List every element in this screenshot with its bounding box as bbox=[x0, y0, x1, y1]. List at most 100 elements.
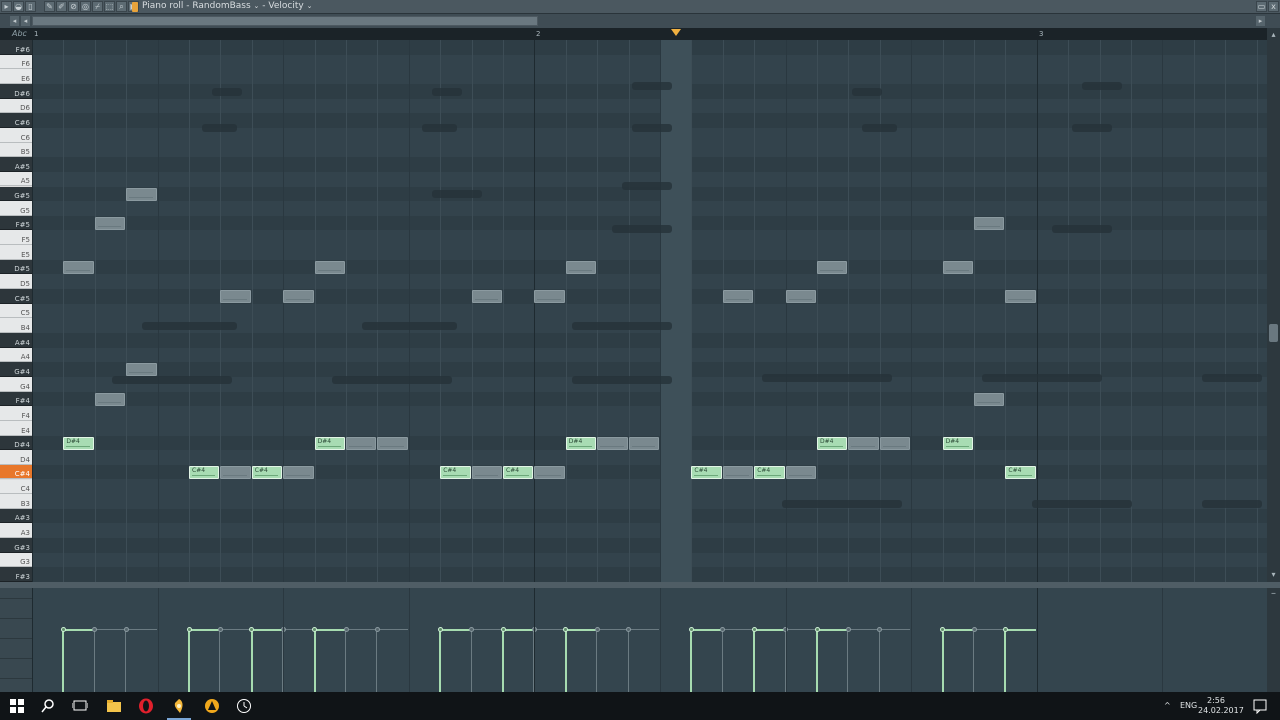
chevron-down-icon[interactable]: ⌄ bbox=[307, 0, 313, 13]
file-explorer-icon[interactable] bbox=[106, 698, 122, 714]
velocity-handle[interactable] bbox=[123, 627, 129, 632]
note[interactable]: C#4 bbox=[691, 465, 722, 479]
velocity-handle[interactable] bbox=[814, 627, 820, 632]
velocity-handle[interactable] bbox=[217, 627, 223, 632]
ghost-channel-note[interactable] bbox=[63, 260, 94, 274]
piano-key[interactable]: D6 bbox=[0, 98, 32, 114]
note[interactable]: C#4 bbox=[440, 465, 471, 479]
velocity-stem[interactable] bbox=[188, 629, 190, 692]
velocity-stem[interactable] bbox=[502, 629, 504, 692]
note[interactable]: C#4 bbox=[189, 465, 220, 479]
note[interactable]: D#4 bbox=[565, 436, 597, 450]
piano-key[interactable]: E5 bbox=[0, 245, 32, 260]
piano-key[interactable]: G#3 bbox=[0, 538, 32, 553]
ghost-channel-note[interactable] bbox=[722, 465, 754, 479]
timeline-ruler[interactable]: Abc 1 2 3 bbox=[0, 28, 1268, 40]
piano-key[interactable]: F5 bbox=[0, 230, 32, 246]
velocity-handle[interactable] bbox=[92, 627, 98, 632]
search-icon[interactable] bbox=[40, 698, 56, 714]
piano-key[interactable]: A#3 bbox=[0, 508, 32, 524]
note[interactable]: C#4 bbox=[754, 465, 785, 479]
note-grid[interactable]: D#4 C#4 C#4 D#4 C#4 C#4 D#4 C#4 C#4 D#4 D#4 C#4 bbox=[32, 40, 1267, 582]
velocity-stem[interactable] bbox=[941, 629, 944, 692]
ghost-channel-note[interactable] bbox=[817, 260, 848, 274]
velocity-panel-menu-icon[interactable]: – bbox=[1267, 588, 1280, 692]
piano-key[interactable]: C#5 bbox=[0, 289, 32, 304]
velocity-stem[interactable] bbox=[93, 629, 95, 692]
lock-icon[interactable]: ▯ bbox=[25, 1, 36, 12]
velocity-stem[interactable] bbox=[847, 629, 849, 692]
velocity-stem[interactable] bbox=[125, 629, 127, 692]
ghost-channel-note[interactable] bbox=[94, 216, 126, 230]
piano-key[interactable]: A4 bbox=[0, 347, 32, 363]
velocity-handle[interactable] bbox=[500, 627, 506, 632]
pencil-icon[interactable]: ✎ bbox=[44, 1, 55, 12]
velocity-handle[interactable] bbox=[971, 627, 977, 632]
piano-key[interactable]: D#5 bbox=[0, 259, 32, 275]
velocity-lane[interactable] bbox=[32, 588, 1267, 692]
slice-icon[interactable]: ⌿ bbox=[92, 1, 103, 12]
mute-icon[interactable]: ◎ bbox=[80, 1, 91, 12]
piano-key[interactable]: C6 bbox=[0, 127, 32, 143]
piano-key[interactable]: G5 bbox=[0, 201, 32, 216]
ghost-channel-note[interactable] bbox=[1005, 290, 1036, 304]
piano-key[interactable]: B5 bbox=[0, 142, 32, 158]
ghost-channel-note[interactable] bbox=[283, 290, 314, 304]
velocity-stem[interactable] bbox=[721, 629, 723, 692]
velocity-stem[interactable] bbox=[345, 629, 346, 692]
velocity-stem[interactable] bbox=[878, 629, 880, 692]
horizontal-scroll-thumb[interactable] bbox=[32, 16, 538, 26]
ghost-channel-note[interactable] bbox=[220, 290, 251, 304]
ghost-channel-note[interactable] bbox=[283, 465, 314, 479]
velocity-handle[interactable] bbox=[940, 627, 946, 632]
velocity-handle[interactable] bbox=[751, 627, 757, 632]
note[interactable]: D#4 bbox=[817, 436, 848, 450]
piano-key[interactable]: F6 bbox=[0, 54, 32, 70]
velocity-stem[interactable] bbox=[690, 629, 693, 692]
vertical-scroll-thumb[interactable] bbox=[1269, 324, 1278, 342]
velocity-stem[interactable] bbox=[596, 629, 598, 692]
velocity-handle[interactable] bbox=[60, 627, 66, 632]
note[interactable]: D#4 bbox=[314, 436, 345, 450]
piano-key[interactable]: G#5 bbox=[0, 186, 32, 202]
velocity-handle[interactable] bbox=[594, 627, 600, 632]
playhead-marker-icon[interactable] bbox=[671, 29, 681, 36]
velocity-stem[interactable] bbox=[313, 629, 316, 692]
velocity-handle[interactable] bbox=[186, 627, 192, 632]
piano-key[interactable]: B4 bbox=[0, 318, 32, 333]
piano-key[interactable]: B3 bbox=[0, 494, 32, 509]
velocity-stem[interactable] bbox=[376, 629, 378, 692]
opera-icon[interactable] bbox=[138, 698, 154, 714]
ghost-channel-note[interactable] bbox=[126, 363, 157, 377]
velocity-handle[interactable] bbox=[437, 627, 443, 632]
piano-key[interactable]: G#4 bbox=[0, 362, 32, 377]
scroll-up-icon[interactable]: ▴ bbox=[1267, 30, 1280, 40]
piano-key[interactable]: D#4 bbox=[0, 435, 32, 451]
velocity-handle[interactable] bbox=[720, 627, 726, 632]
velocity-stem[interactable] bbox=[816, 629, 818, 692]
window-title[interactable]: Piano roll - RandomBass ⌄ - Velocity ⌄ bbox=[132, 0, 312, 13]
piano-key[interactable]: G4 bbox=[0, 376, 32, 392]
ghost-channel-note[interactable] bbox=[974, 216, 1005, 230]
velocity-stem[interactable] bbox=[973, 629, 974, 692]
piano-key[interactable]: C#6 bbox=[0, 113, 32, 128]
velocity-stem[interactable] bbox=[62, 629, 65, 692]
piano-key[interactable]: D5 bbox=[0, 274, 32, 290]
task-view-icon[interactable] bbox=[72, 698, 88, 714]
ghost-channel-note[interactable] bbox=[785, 290, 816, 304]
ghost-channel-note[interactable] bbox=[471, 290, 502, 304]
velocity-stem[interactable] bbox=[250, 629, 253, 692]
ghost-channel-note[interactable] bbox=[942, 260, 973, 274]
piano-key[interactable]: C4 bbox=[0, 479, 32, 495]
velocity-handle[interactable] bbox=[563, 627, 569, 632]
piano-key[interactable]: A5 bbox=[0, 171, 32, 187]
brush-icon[interactable]: ✐ bbox=[56, 1, 67, 12]
scroll-down-icon[interactable]: ▾ bbox=[1267, 570, 1280, 580]
velocity-handle[interactable] bbox=[688, 627, 694, 632]
piano-key[interactable]: F#4 bbox=[0, 391, 32, 407]
piano-key[interactable]: D4 bbox=[0, 450, 32, 465]
piano-key[interactable]: F#5 bbox=[0, 215, 32, 231]
piano-key[interactable]: E4 bbox=[0, 420, 32, 436]
piano-keyboard[interactable]: F#6 F6 E6 D#6 D6 C#6 C6 B5 A#5 A5 G#5 G5 F#5 F5 E5 D#5 D… bbox=[0, 40, 32, 582]
piano-key[interactable]: D#6 bbox=[0, 83, 32, 99]
